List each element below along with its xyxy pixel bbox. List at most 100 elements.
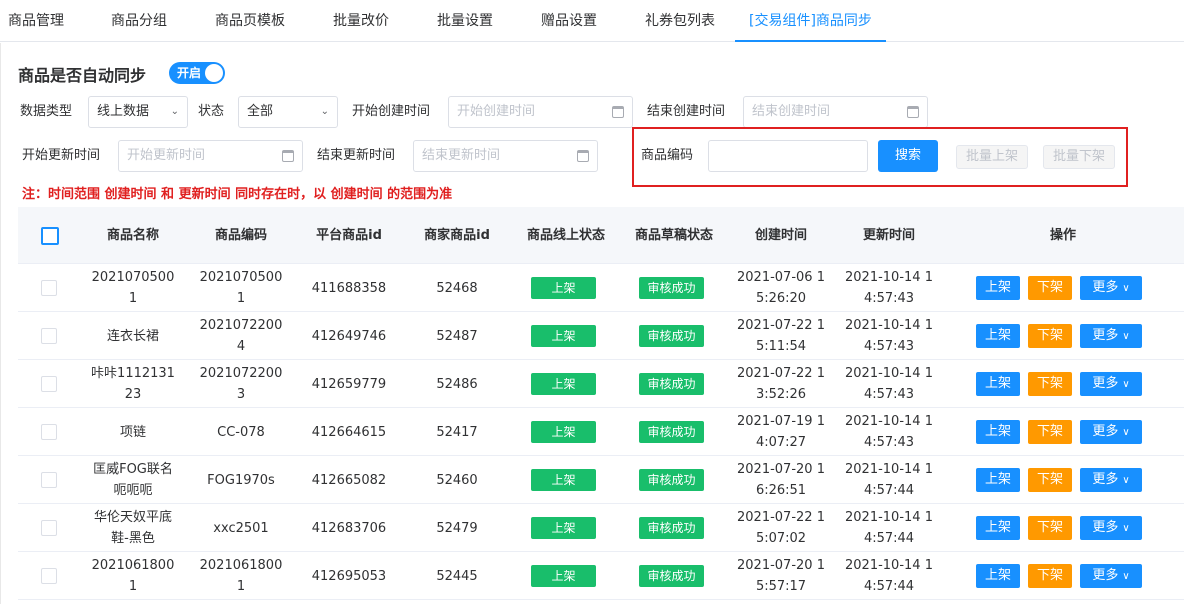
off-shelf-button[interactable]: 下架 — [1028, 564, 1072, 588]
update-start-input[interactable]: 开始更新时间 — [118, 140, 303, 172]
more-button[interactable]: 更多 ∨ — [1080, 564, 1142, 588]
cell-draft-status-cell: 审核成功 — [639, 504, 704, 552]
table-row: 匡威FOG联名呃呃呃 FOG1970s 412665082 52460 2021-07-… — [18, 456, 1184, 504]
status-select[interactable]: 全部 ⌄ — [238, 96, 338, 128]
tab-coupon-pack-list[interactable]: 礼券包列表 — [645, 0, 715, 42]
row-checkbox[interactable] — [41, 280, 57, 296]
row-checkbox[interactable] — [41, 568, 57, 584]
data-type-select[interactable]: 线上数据 ⌄ — [88, 96, 188, 128]
cell-product-code: 20210618001 — [199, 558, 283, 594]
tab-product-group[interactable]: 商品分组 — [111, 0, 167, 42]
auto-sync-switch[interactable]: 开启 — [169, 62, 225, 84]
cell-platform-id: 412695053 — [311, 568, 387, 584]
off-shelf-button[interactable]: 下架 — [1028, 372, 1072, 396]
create-end-input[interactable]: 结束创建时间 — [743, 96, 928, 128]
create-end-placeholder: 结束创建时间 — [752, 104, 831, 119]
search-button[interactable]: 搜索 — [878, 140, 938, 172]
cell-online-status: 上架 — [531, 421, 596, 443]
on-shelf-button-label: 上架 — [984, 280, 1011, 295]
more-button[interactable]: 更多 ∨ — [1080, 372, 1142, 396]
more-button-label: 更多 — [1092, 472, 1119, 487]
tab-gift-settings[interactable]: 赠品设置 — [541, 0, 597, 42]
cell-online-status: 上架 — [531, 517, 596, 539]
cell-updated-time: 2021-10-14 14:57:43 — [845, 270, 933, 306]
tab-product-page-template[interactable]: 商品页模板 — [215, 0, 285, 42]
on-shelf-button[interactable]: 上架 — [976, 564, 1020, 588]
on-shelf-button[interactable]: 上架 — [976, 276, 1020, 300]
status-label: 状态 — [198, 104, 225, 119]
update-end-label: 结束更新时间 — [317, 148, 396, 163]
cell-updated-time: 2021-10-14 14:57:43 — [845, 414, 933, 450]
chevron-down-icon: ∨ — [1122, 523, 1130, 534]
more-button[interactable]: 更多 ∨ — [1080, 420, 1142, 444]
on-shelf-button[interactable]: 上架 — [976, 372, 1020, 396]
off-shelf-button[interactable]: 下架 — [1028, 276, 1072, 300]
chevron-down-icon: ∨ — [1122, 331, 1130, 342]
more-button-label: 更多 — [1092, 328, 1119, 343]
header-product-name: 商品名称 — [106, 227, 159, 243]
tab-trade-component-sync[interactable]: [交易组件]商品同步 — [735, 0, 886, 42]
cell-product-code: 20210722003 — [199, 366, 283, 402]
create-end-label: 结束创建时间 — [647, 104, 726, 119]
cell-updated-time: 2021-10-14 14:57:44 — [845, 558, 933, 594]
header-online-status: 商品线上状态 — [527, 227, 606, 243]
cell-product-code: FOG1970s — [207, 472, 275, 488]
cell-online-status-cell: 上架 — [531, 408, 596, 456]
table-row: 咔咔111213123 20210722003 412659779 52486 2021… — [18, 360, 1184, 408]
more-button-label: 更多 — [1092, 424, 1119, 439]
cell-draft-status-cell: 审核成功 — [639, 408, 704, 456]
cell-product-name: 20210618001 — [91, 558, 175, 594]
row-checkbox[interactable] — [41, 328, 57, 344]
off-shelf-button[interactable]: 下架 — [1028, 324, 1072, 348]
cell-online-status-cell: 上架 — [531, 456, 596, 504]
row-checkbox[interactable] — [41, 376, 57, 392]
tab-batch-price[interactable]: 批量改价 — [333, 0, 389, 42]
row-checkbox[interactable] — [41, 472, 57, 488]
off-shelf-button[interactable]: 下架 — [1028, 516, 1072, 540]
select-all-checkbox[interactable] — [41, 227, 59, 245]
batch-on-shelf-button[interactable]: 批量上架 — [956, 145, 1028, 169]
create-start-label: 开始创建时间 — [352, 104, 431, 119]
data-type-label: 数据类型 — [20, 104, 73, 119]
cell-merchant-id: 52487 — [436, 328, 478, 344]
off-shelf-button-label: 下架 — [1036, 568, 1063, 583]
on-shelf-button-label: 上架 — [984, 568, 1011, 583]
product-code-input[interactable] — [708, 140, 868, 172]
table-header: 商品名称 商品编码 平台商品id 商家商品id 商品线上状态 商品草稿状态 创建… — [18, 207, 1184, 264]
off-shelf-button[interactable]: 下架 — [1028, 420, 1072, 444]
tab-batch-settings[interactable]: 批量设置 — [437, 0, 493, 42]
off-shelf-button[interactable]: 下架 — [1028, 468, 1072, 492]
cell-online-status-cell: 上架 — [531, 504, 596, 552]
on-shelf-button[interactable]: 上架 — [976, 516, 1020, 540]
cell-merchant-id: 52445 — [436, 568, 478, 584]
header-platform-id: 平台商品id — [316, 227, 382, 243]
update-end-input[interactable]: 结束更新时间 — [413, 140, 598, 172]
off-shelf-button-label: 下架 — [1036, 376, 1063, 391]
auto-sync-title: 商品是否自动同步 — [18, 66, 147, 85]
more-button[interactable]: 更多 ∨ — [1080, 468, 1142, 492]
cell-product-name: 华伦天奴平底鞋-黑色 — [93, 510, 172, 546]
more-button[interactable]: 更多 ∨ — [1080, 324, 1142, 348]
row-checkbox[interactable] — [41, 424, 57, 440]
more-button-label: 更多 — [1092, 568, 1119, 583]
on-shelf-button-label: 上架 — [984, 376, 1011, 391]
more-button[interactable]: 更多 ∨ — [1080, 516, 1142, 540]
off-shelf-button-label: 下架 — [1036, 520, 1063, 535]
header-created-time: 创建时间 — [754, 227, 807, 243]
cell-platform-id: 411688358 — [311, 280, 387, 296]
cell-draft-status: 审核成功 — [639, 469, 704, 491]
chevron-down-icon: ∨ — [1122, 571, 1130, 582]
more-button[interactable]: 更多 ∨ — [1080, 276, 1142, 300]
create-start-input[interactable]: 开始创建时间 — [448, 96, 633, 128]
header-draft-status: 商品草稿状态 — [635, 227, 714, 243]
update-end-placeholder: 结束更新时间 — [422, 148, 501, 163]
table-row: 连衣长裙 20210722004 412649746 52487 2021-07-22 … — [18, 312, 1184, 360]
on-shelf-button[interactable]: 上架 — [976, 468, 1020, 492]
on-shelf-button[interactable]: 上架 — [976, 420, 1020, 444]
header-updated-time: 更新时间 — [862, 227, 915, 243]
tab-product-management[interactable]: 商品管理 — [8, 0, 64, 42]
on-shelf-button[interactable]: 上架 — [976, 324, 1020, 348]
row-checkbox[interactable] — [41, 520, 57, 536]
chevron-down-icon: ∨ — [1122, 379, 1130, 390]
batch-off-shelf-button[interactable]: 批量下架 — [1043, 145, 1115, 169]
